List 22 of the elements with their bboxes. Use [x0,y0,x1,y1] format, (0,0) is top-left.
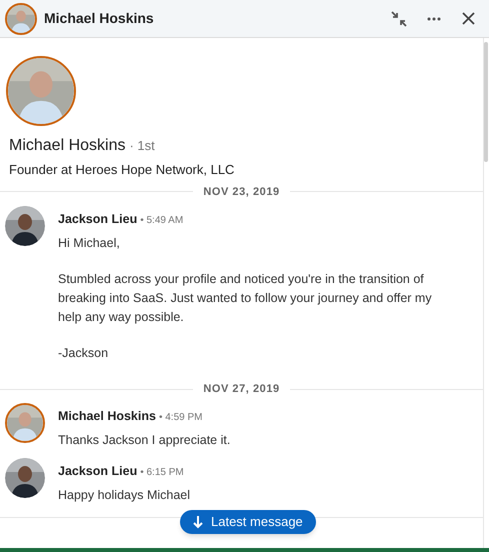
date-divider: NOV 23, 2019 [202,184,281,200]
message-time: • 5:49 AM [140,214,184,228]
date-divider: NOV 27, 2019 [202,382,281,397]
sender-name[interactable]: Michael Hoskins [58,407,156,426]
message-text: Hi Michael, [58,234,121,252]
profile-headline: Founder at Heroes Hope Network, LLC [9,161,236,179]
sender-name[interactable]: Jackson Lieu [58,462,138,481]
message-text: Stumbled across your profile and noticed you're in the transition of breaking into SaaS. Just wanted to follow your journey and offer my help any way possible. [58,270,433,326]
sender-name[interactable]: Jackson Lieu [58,210,138,229]
profile-name[interactable]: Michael Hoskins [9,134,126,158]
connection-degree: · 1st [129,137,155,155]
message-time: • 4:59 PM [158,411,202,426]
more-icon[interactable] [427,16,441,20]
window-title[interactable]: Michael Hoskins [44,8,383,29]
latest-message-button[interactable]: Latest message [180,510,316,534]
message-text: Happy holidays Michael [58,486,192,504]
minimize-icon[interactable] [390,10,408,28]
close-icon[interactable] [462,12,475,25]
arrow-down-icon [193,516,203,528]
message-time: • 6:15 PM [140,466,184,480]
message-text: Thanks Jackson I appreciate it. [58,432,232,449]
message-text: -Jackson [58,344,110,362]
